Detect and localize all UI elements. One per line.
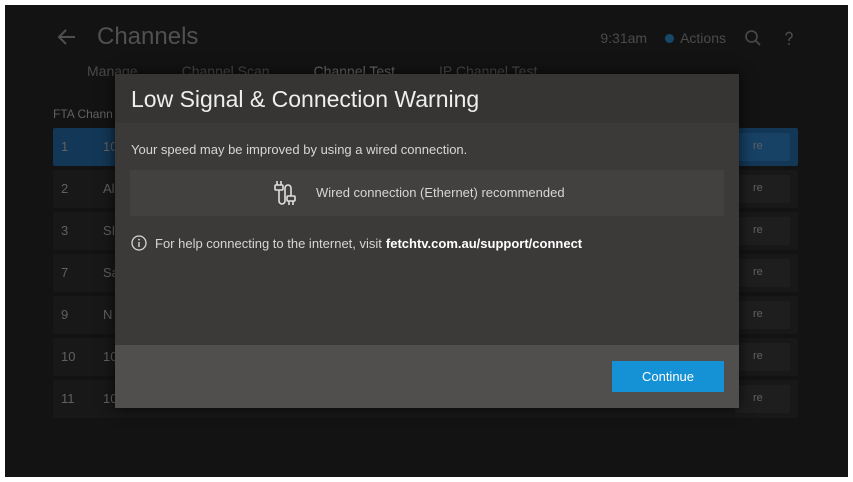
question-mark-icon[interactable] [780, 29, 798, 47]
dialog-footer: Continue [115, 345, 739, 408]
row-action-label: re [753, 266, 763, 278]
dialog-message: Your speed may be improved by using a wi… [131, 142, 468, 157]
row-action-label: re [753, 350, 763, 362]
row-number: 11 [61, 391, 75, 406]
row-action-button[interactable]: re [735, 343, 790, 371]
top-right-bar: 9:31am Actions [600, 29, 798, 47]
page-title: Channels [97, 23, 199, 50]
row-name: SI [103, 223, 116, 238]
actions-label: Actions [680, 30, 726, 46]
row-action-label: re [753, 182, 763, 194]
continue-button[interactable]: Continue [612, 361, 724, 392]
row-number: 2 [61, 181, 69, 196]
tv-screen: Channels 9:31am Actions Manage Channel S… [5, 5, 848, 477]
row-number: 1 [61, 139, 69, 154]
clock: 9:31am [600, 30, 648, 46]
recommendation-box: Wired connection (Ethernet) recommended [130, 170, 724, 216]
row-name: N [103, 307, 113, 322]
help-link[interactable]: fetchtv.com.au/support/connect [386, 236, 582, 251]
search-icon[interactable] [744, 29, 762, 47]
info-icon [131, 235, 147, 251]
recommendation-text: Wired connection (Ethernet) recommended [316, 185, 565, 200]
dialog-header: Low Signal & Connection Warning [115, 74, 739, 123]
row-number: 9 [61, 307, 69, 322]
blue-dot-icon [665, 33, 675, 43]
dialog-title: Low Signal & Connection Warning [131, 86, 480, 112]
row-number: 7 [61, 265, 69, 280]
row-action-label: re [753, 140, 763, 152]
row-number: 3 [61, 223, 69, 238]
row-action-label: re [753, 392, 763, 404]
row-action-button[interactable]: re [735, 217, 790, 245]
row-name: Al [103, 181, 115, 196]
row-number: 10 [61, 349, 76, 364]
warning-dialog: Low Signal & Connection Warning Your spe… [115, 74, 739, 408]
help-text: For help connecting to the internet, vis… [155, 235, 382, 251]
row-action-button[interactable]: re [735, 133, 790, 161]
back-arrow-icon[interactable] [55, 25, 79, 49]
row-action-label: re [753, 308, 763, 320]
help-line: For help connecting to the internet, vis… [131, 235, 582, 251]
row-action-button[interactable]: re [735, 259, 790, 287]
ethernet-icon [274, 181, 296, 205]
row-action-button[interactable]: re [735, 301, 790, 329]
row-action-button[interactable]: re [735, 385, 790, 413]
row-action-label: re [753, 224, 763, 236]
column-header: FTA Chann [53, 107, 113, 121]
row-action-button[interactable]: re [735, 175, 790, 203]
actions-button[interactable]: Actions [665, 30, 726, 46]
